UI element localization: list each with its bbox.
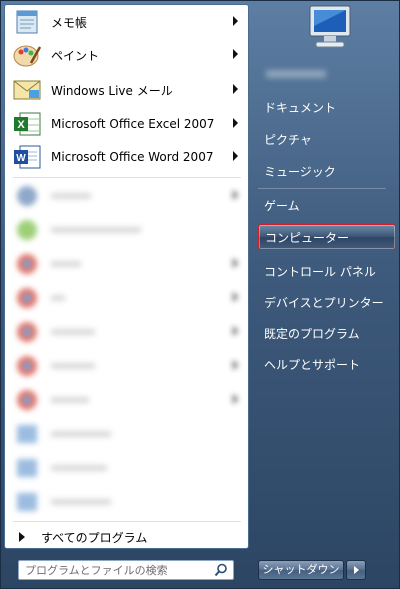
svg-text:W: W xyxy=(16,153,26,164)
recent-program-blurred[interactable] xyxy=(7,351,246,381)
search-icon[interactable] xyxy=(214,563,228,577)
app-icon xyxy=(11,182,43,210)
link-documents[interactable]: ドキュメント xyxy=(258,94,396,120)
app-icon xyxy=(11,216,43,244)
program-notepad[interactable]: メモ帳 xyxy=(7,7,246,37)
link-games[interactable]: ゲーム xyxy=(258,192,396,218)
recent-program-blurred[interactable] xyxy=(7,317,246,347)
link-computer[interactable]: コンピューター xyxy=(258,224,396,250)
all-programs-separator xyxy=(13,521,241,522)
program-excel-2007[interactable]: X Microsoft Office Excel 2007 xyxy=(7,109,246,139)
search-placeholder: プログラムとファイルの検索 xyxy=(25,564,168,577)
windows-live-mail-icon xyxy=(11,76,43,104)
submenu-arrow-icon[interactable] xyxy=(233,151,238,161)
link-devices-and-printers[interactable]: デバイスとプリンター xyxy=(258,289,396,315)
link-help-and-support[interactable]: ヘルプとサポート xyxy=(258,351,396,377)
user-name-blurred xyxy=(266,70,326,78)
chrome-icon xyxy=(11,250,43,278)
recent-program-blurred[interactable] xyxy=(7,215,246,245)
pinned-separator xyxy=(13,177,241,178)
recent-program-blurred[interactable] xyxy=(7,419,246,449)
app-icon xyxy=(11,454,43,482)
search-box[interactable]: プログラムとファイルの検索 xyxy=(18,560,234,580)
program-paint[interactable]: ペイント xyxy=(7,40,246,70)
program-label: メモ帳 xyxy=(51,15,88,30)
excel-icon: X xyxy=(11,110,43,138)
chrome-icon xyxy=(11,284,43,312)
submenu-arrow-icon[interactable] xyxy=(233,16,238,26)
link-default-programs[interactable]: 既定のプログラム xyxy=(258,320,396,346)
word-icon: W xyxy=(11,143,43,171)
svg-text:X: X xyxy=(17,119,25,131)
program-word-2007[interactable]: W Microsoft Office Word 2007 xyxy=(7,142,246,172)
link-pictures[interactable]: ピクチャ xyxy=(258,126,396,152)
app-icon xyxy=(11,420,43,448)
program-label: Windows Live メール xyxy=(51,83,173,98)
all-programs-button[interactable]: すべてのプログラム xyxy=(7,525,246,549)
computer-monitor-icon xyxy=(309,5,351,48)
submenu-arrow-icon[interactable] xyxy=(233,360,238,370)
all-programs-label: すべてのプログラム xyxy=(41,530,148,545)
chrome-icon xyxy=(11,386,43,414)
submenu-arrow-icon[interactable] xyxy=(233,84,238,94)
shutdown-options-arrow-icon[interactable] xyxy=(346,560,366,580)
recent-program-blurred[interactable] xyxy=(7,487,246,517)
recent-program-blurred[interactable] xyxy=(7,385,246,415)
submenu-arrow-icon[interactable] xyxy=(233,118,238,128)
recent-program-blurred[interactable] xyxy=(7,249,246,279)
program-windows-live-mail[interactable]: Windows Live メール xyxy=(7,75,246,105)
program-label: Microsoft Office Word 2007 xyxy=(51,150,214,164)
submenu-arrow-icon[interactable] xyxy=(233,394,238,404)
submenu-arrow-icon[interactable] xyxy=(233,49,238,59)
right-separator xyxy=(258,188,386,189)
app-icon xyxy=(11,488,43,516)
link-music[interactable]: ミュージック xyxy=(258,158,396,184)
link-control-panel[interactable]: コントロール パネル xyxy=(258,258,396,284)
triangle-right-icon xyxy=(19,532,25,542)
chrome-icon xyxy=(11,352,43,380)
chrome-icon xyxy=(11,318,43,346)
programs-panel: メモ帳 ペイント Windows Live メール X Microsoft Of… xyxy=(4,4,249,549)
shutdown-button[interactable]: シャットダウン xyxy=(258,560,344,580)
notepad-icon xyxy=(11,8,43,36)
program-label: Microsoft Office Excel 2007 xyxy=(51,117,215,131)
recent-program-blurred[interactable] xyxy=(7,453,246,483)
recent-program-blurred[interactable] xyxy=(7,283,246,313)
recent-program-blurred[interactable] xyxy=(7,181,246,211)
submenu-arrow-icon[interactable] xyxy=(233,190,238,200)
submenu-arrow-icon[interactable] xyxy=(233,258,238,268)
paint-icon xyxy=(11,41,43,69)
submenu-arrow-icon[interactable] xyxy=(233,326,238,336)
program-label: ペイント xyxy=(51,48,100,63)
submenu-arrow-icon[interactable] xyxy=(233,292,238,302)
